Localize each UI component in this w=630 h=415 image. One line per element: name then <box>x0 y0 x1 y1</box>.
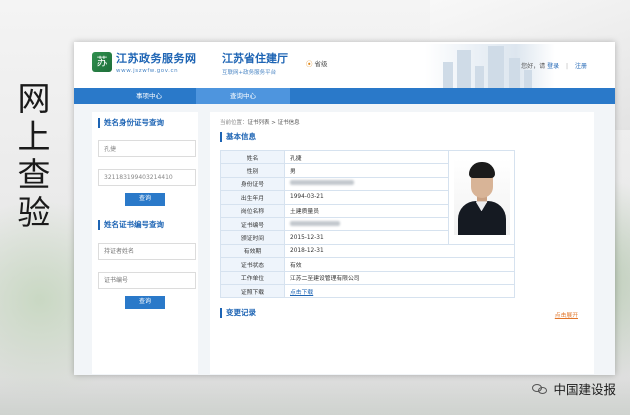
user-area: 您好，请 登录 | 注册 <box>521 61 587 70</box>
query-sidebar: 姓名身份证号查询 查询 姓名证书编号查询 查询 <box>92 112 198 374</box>
content-area: 姓名身份证号查询 查询 姓名证书编号查询 查询 当前位置：证书列表 > 证书信息… <box>74 104 615 375</box>
source-watermark: 中国建设报 <box>532 379 616 398</box>
department-name: 江苏省住建厅 <box>222 52 288 65</box>
id-number-input[interactable] <box>98 169 196 186</box>
photo-cell <box>448 150 515 245</box>
location-selector[interactable]: ⦿ 省级 <box>306 58 328 68</box>
field-label: 证照下载 <box>220 283 285 299</box>
table-row: 有效期 2018-12-31 <box>220 243 515 259</box>
caption-char: 网 <box>17 79 51 118</box>
brand-name: 江苏政务服务网 <box>116 52 197 65</box>
brand-logo[interactable]: 江苏政务服务网 www.jszwfw.gov.cn <box>116 50 197 74</box>
breadcrumb-prefix: 当前位置： <box>220 120 248 126</box>
field-value: 土建质量员 <box>284 203 449 218</box>
login-link[interactable]: 登录 <box>547 63 559 70</box>
nav-item-query[interactable]: 查询中心 <box>196 88 290 104</box>
divider: | <box>566 63 569 70</box>
field-value: 男 <box>284 163 449 178</box>
certificate-info-table: 姓名 孔捷 性别 男 身份证号 出生年月 1994-03-21 岗位名称 土建质… <box>220 149 515 299</box>
cert-query-title: 姓名证书编号查询 <box>98 220 192 230</box>
table-row: 工作单位 江苏二至建设管理有限公司 <box>220 270 515 285</box>
department-subtitle: 互联网+政务服务平台 <box>222 70 277 76</box>
basic-info-title: 基本信息 <box>220 132 584 142</box>
field-label: 出生年月 <box>220 190 285 205</box>
website-screenshot: 苏 江苏政务服务网 www.jszwfw.gov.cn 江苏省住建厅 互联网+政… <box>74 42 615 375</box>
caption-char: 查 <box>17 155 51 194</box>
field-value: 有效 <box>284 257 515 272</box>
change-records-title: 变更记录 <box>220 308 584 319</box>
field-label: 岗位名称 <box>220 203 285 218</box>
field-label: 证书状态 <box>220 257 285 272</box>
field-label: 工作单位 <box>220 270 285 285</box>
field-value-redacted <box>284 176 449 192</box>
field-label: 证书编号 <box>220 216 285 232</box>
download-cell: 点击下载 <box>284 283 515 299</box>
certificate-panel: 当前位置：证书列表 > 证书信息 基本信息 姓名 孔捷 性别 男 身份证号 出生… <box>210 112 594 374</box>
watermark-text: 中国建设报 <box>553 382 616 397</box>
id-query-button[interactable]: 查询 <box>125 193 165 206</box>
wechat-icon <box>532 383 548 395</box>
holder-name-input[interactable] <box>98 243 196 260</box>
id-query-title: 姓名身份证号查询 <box>98 118 192 128</box>
department-title: 江苏省住建厅 互联网+政务服务平台 <box>222 50 288 76</box>
nav-item-matters[interactable]: 事项中心 <box>102 88 196 104</box>
field-value: 1994-03-21 <box>284 190 449 205</box>
vertical-caption: 网 上 查 验 <box>10 80 58 232</box>
field-value: 江苏二至建设管理有限公司 <box>284 270 515 285</box>
location-pin-icon: ⦿ <box>306 60 313 68</box>
logo-icon[interactable]: 苏 <box>92 52 112 72</box>
caption-char: 上 <box>17 117 51 156</box>
field-label: 姓名 <box>220 149 285 165</box>
download-link[interactable]: 点击下载 <box>290 290 313 296</box>
register-link[interactable]: 注册 <box>575 63 587 70</box>
id-photo <box>453 159 510 236</box>
table-row: 姓名 孔捷 <box>220 149 515 245</box>
brand-url: www.jszwfw.gov.cn <box>116 68 179 74</box>
caption-char: 验 <box>17 193 51 232</box>
change-records-row: 变更记录 点击展开 <box>220 308 584 320</box>
cert-query-button[interactable]: 查询 <box>125 296 165 309</box>
field-label: 身份证号 <box>220 176 285 192</box>
field-value: 2015-12-31 <box>284 230 449 245</box>
breadcrumb-path[interactable]: 证书列表 > 证书信息 <box>248 120 300 126</box>
location-label: 省级 <box>314 60 328 68</box>
field-label: 颁证时间 <box>220 230 285 245</box>
field-value-redacted <box>284 216 449 232</box>
name-input[interactable] <box>98 140 196 157</box>
table-row: 证照下载 点击下载 <box>220 283 515 299</box>
breadcrumb: 当前位置：证书列表 > 证书信息 <box>220 118 584 128</box>
field-value: 孔捷 <box>284 149 449 165</box>
site-header: 苏 江苏政务服务网 www.jszwfw.gov.cn 江苏省住建厅 互联网+政… <box>74 42 615 88</box>
greeting-text: 您好，请 <box>521 63 546 70</box>
expand-records-link[interactable]: 点击展开 <box>555 310 578 319</box>
table-row: 证书状态 有效 <box>220 257 515 272</box>
field-label: 有效期 <box>220 243 285 259</box>
field-value: 2018-12-31 <box>284 243 515 259</box>
cert-number-input[interactable] <box>98 272 196 289</box>
main-nav: 事项中心 查询中心 <box>74 88 615 104</box>
field-label: 性别 <box>220 163 285 178</box>
